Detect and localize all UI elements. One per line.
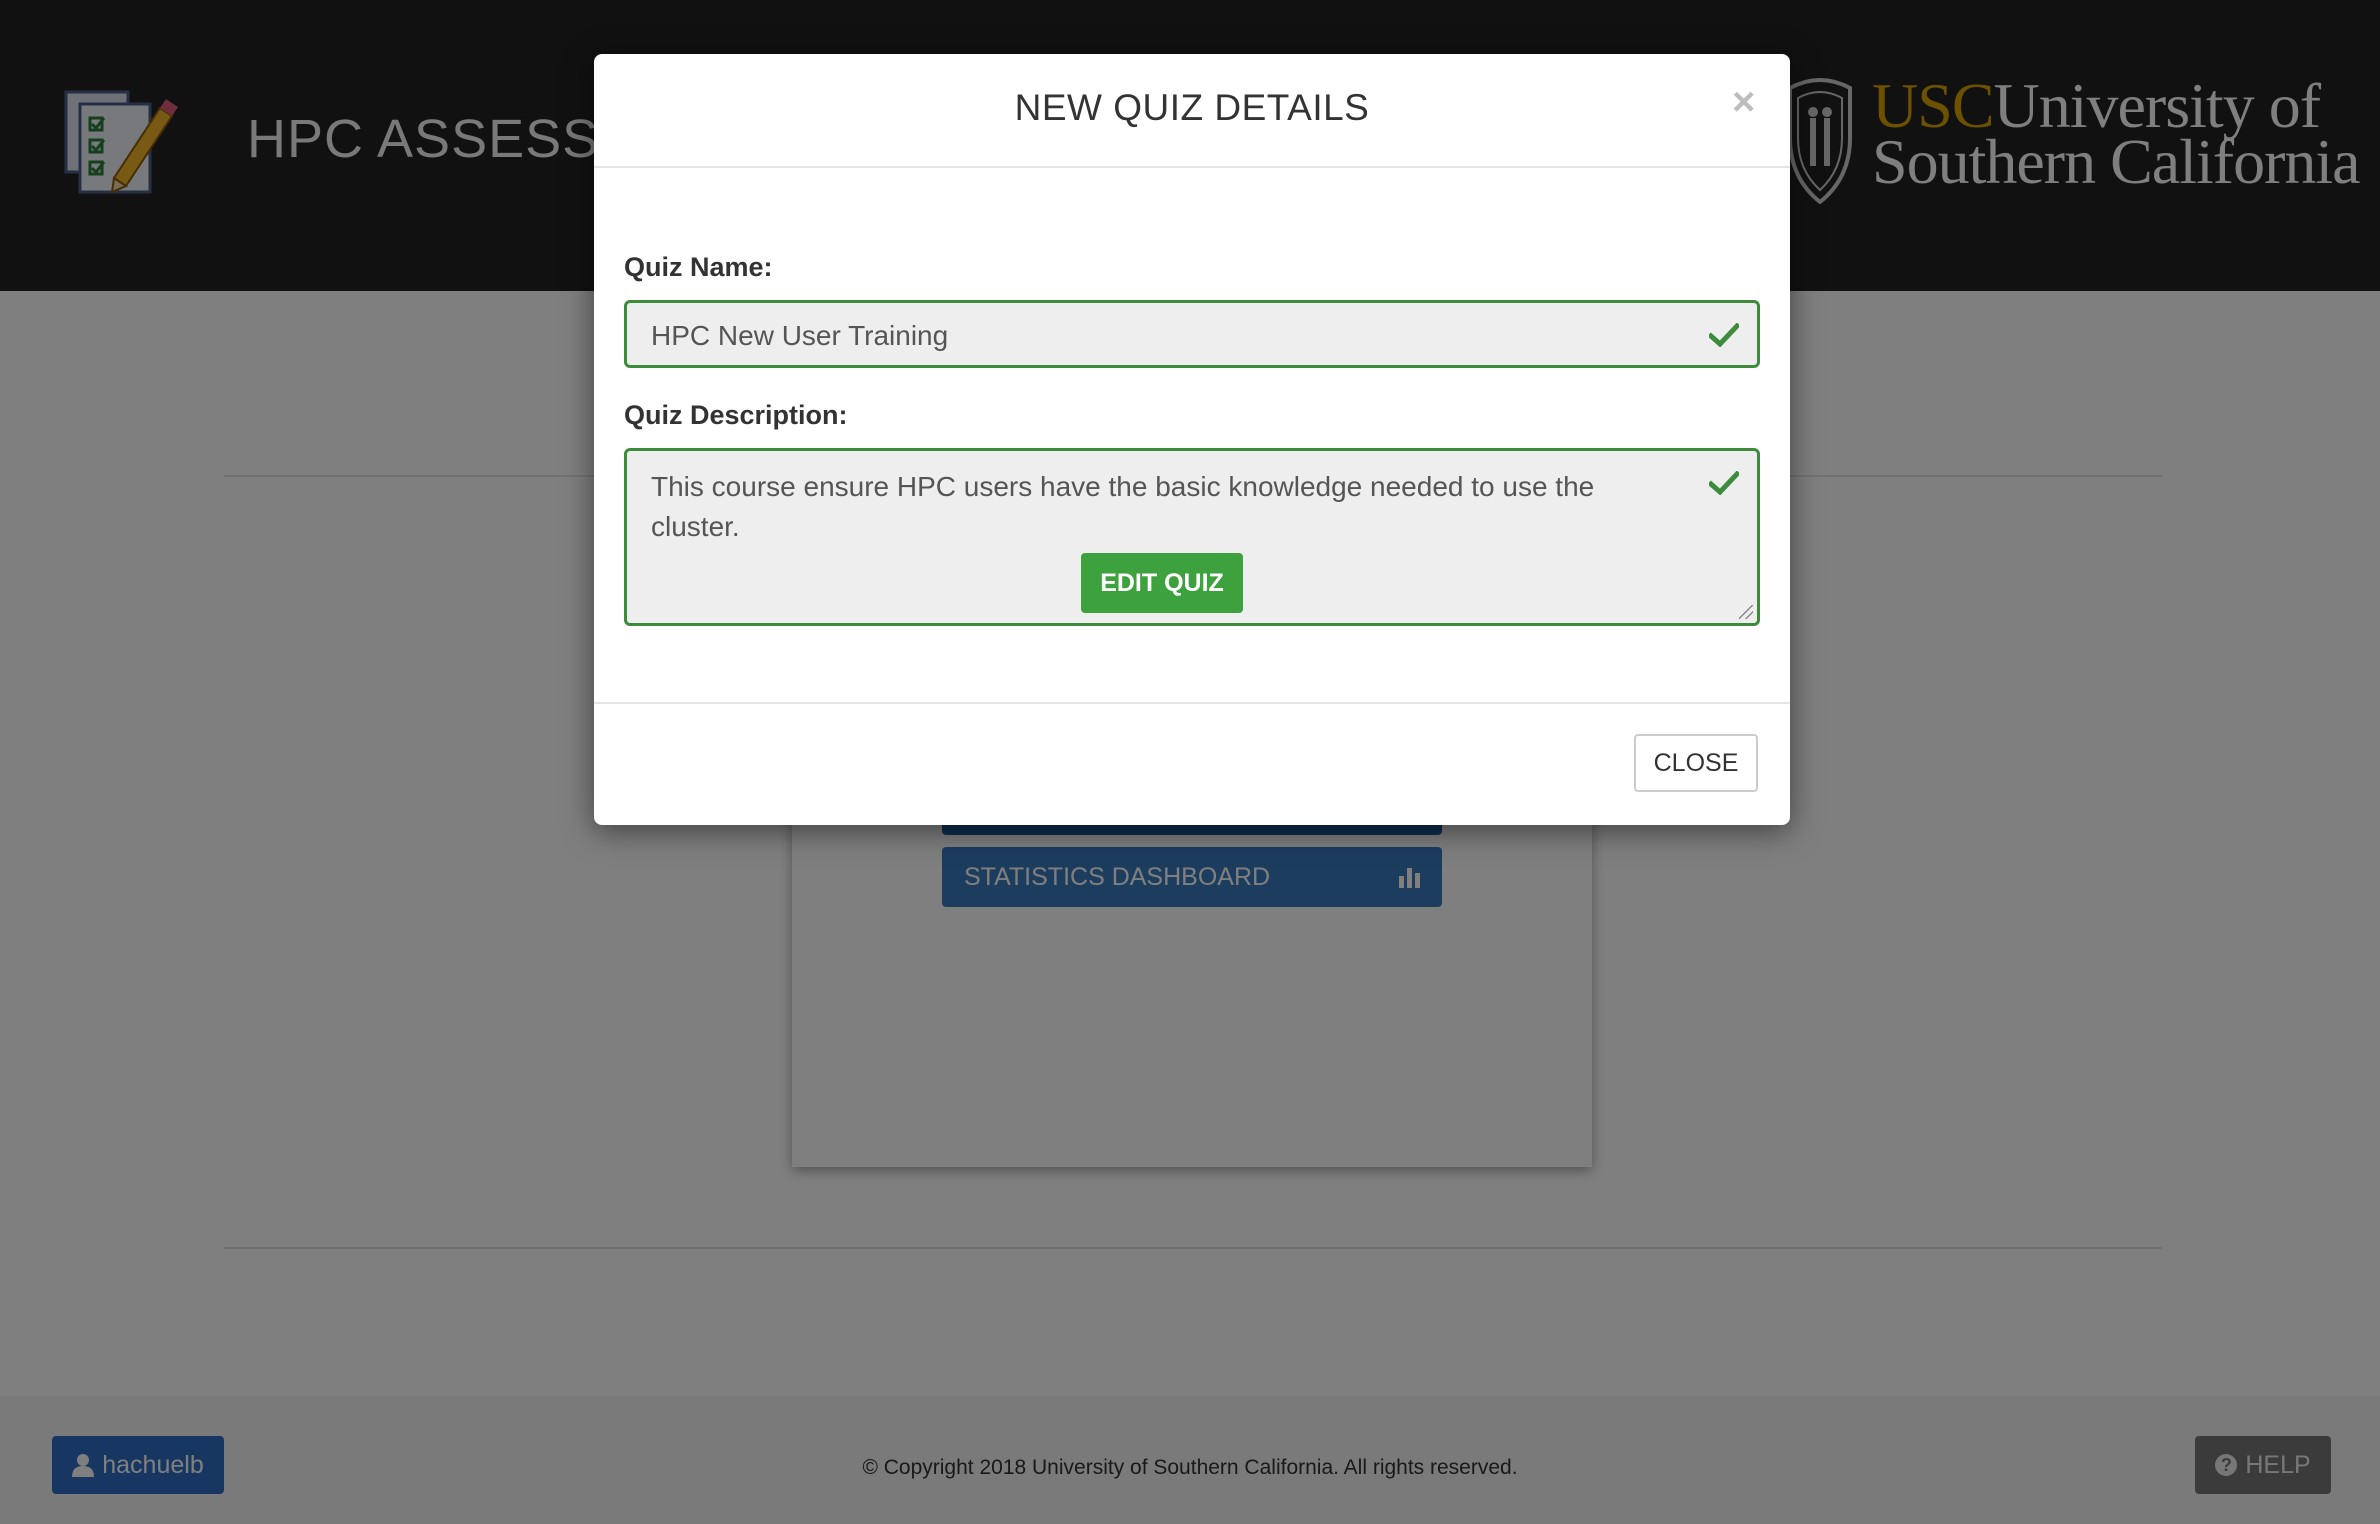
edit-quiz-button[interactable]: EDIT QUIZ	[1081, 553, 1243, 613]
modal-footer: CLOSE	[594, 702, 1790, 825]
quiz-name-input[interactable]: HPC New User Training	[624, 300, 1760, 368]
quiz-description-value: This course ensure HPC users have the ba…	[651, 471, 1595, 542]
quiz-description-label: Quiz Description:	[624, 400, 848, 430]
close-icon[interactable]: ×	[1732, 82, 1755, 122]
quiz-name-label: Quiz Name:	[624, 252, 773, 282]
close-button[interactable]: CLOSE	[1634, 734, 1758, 792]
check-icon	[1709, 471, 1739, 495]
modal-header: NEW QUIZ DETAILS ×	[594, 54, 1790, 168]
check-icon	[1709, 323, 1739, 347]
modal-title: NEW QUIZ DETAILS	[1014, 87, 1370, 128]
new-quiz-modal: NEW QUIZ DETAILS × Quiz Name: HPC New Us…	[594, 54, 1790, 825]
quiz-name-value: HPC New User Training	[651, 320, 949, 351]
